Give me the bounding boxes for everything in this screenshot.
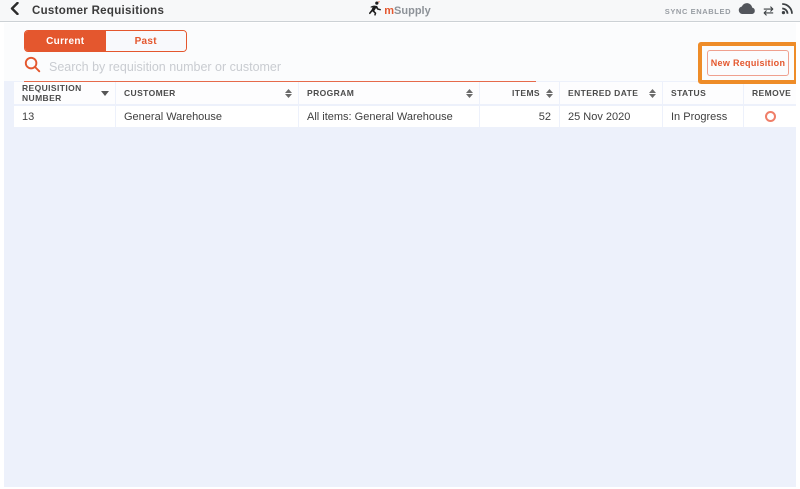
row-cell-remove xyxy=(744,106,796,127)
sort-both-icon xyxy=(649,88,656,98)
toolbar: Current Past New Requisition xyxy=(4,23,796,84)
tab-past[interactable]: Past xyxy=(105,31,186,51)
cloud-icon xyxy=(738,2,756,20)
sync-arrows-icon[interactable]: ⇄ xyxy=(763,5,774,18)
sync-status-cluster: SYNC ENABLED ⇄ xyxy=(665,0,794,22)
back-button[interactable] xyxy=(6,1,22,20)
sort-both-icon xyxy=(466,88,473,98)
new-requisition-button[interactable]: New Requisition xyxy=(707,50,789,76)
sort-both-icon xyxy=(546,88,553,98)
search-bar xyxy=(24,56,536,82)
requisitions-table: REQUISITION NUMBER CUSTOMER PROGRAM ITEM… xyxy=(14,82,796,127)
column-header-requisition-number[interactable]: REQUISITION NUMBER xyxy=(14,82,115,104)
new-requisition-highlight: New Requisition xyxy=(698,42,796,84)
row-cell-entered-date[interactable]: 25 Nov 2020 xyxy=(560,106,662,127)
column-header-items[interactable]: ITEMS xyxy=(480,82,559,104)
sync-status-text: SYNC ENABLED xyxy=(664,6,732,16)
row-cell-requisition-number[interactable]: 13 xyxy=(14,106,115,127)
column-header-remove: REMOVE xyxy=(744,82,796,104)
page-title: Customer Requisitions xyxy=(32,5,165,17)
row-cell-program[interactable]: All items: General Warehouse xyxy=(299,106,479,127)
chevron-left-icon xyxy=(10,1,19,20)
search-input[interactable] xyxy=(49,60,536,74)
sort-both-icon xyxy=(285,88,292,98)
search-icon xyxy=(24,56,41,78)
column-header-entered-date[interactable]: ENTERED DATE xyxy=(560,82,662,104)
column-header-customer[interactable]: CUSTOMER xyxy=(116,82,298,104)
column-header-status: STATUS xyxy=(663,82,743,104)
tab-group: Current Past xyxy=(24,30,187,52)
row-cell-items[interactable]: 52 xyxy=(480,106,559,127)
radio-circle-icon[interactable] xyxy=(765,111,777,122)
broadcast-icon[interactable] xyxy=(781,2,794,20)
runner-logo-icon xyxy=(369,1,382,21)
top-navigation-bar: Customer Requisitions mSupply SYNC ENABL… xyxy=(0,0,800,22)
tab-current[interactable]: Current xyxy=(25,31,106,51)
sort-desc-icon xyxy=(101,90,109,96)
content-area: Current Past New Requisition REQUISITION… xyxy=(4,23,796,487)
row-cell-customer[interactable]: General Warehouse xyxy=(116,106,298,127)
row-cell-status[interactable]: In Progress xyxy=(663,106,743,127)
logo-text: mSupply xyxy=(384,5,431,17)
column-header-program[interactable]: PROGRAM xyxy=(299,82,479,104)
